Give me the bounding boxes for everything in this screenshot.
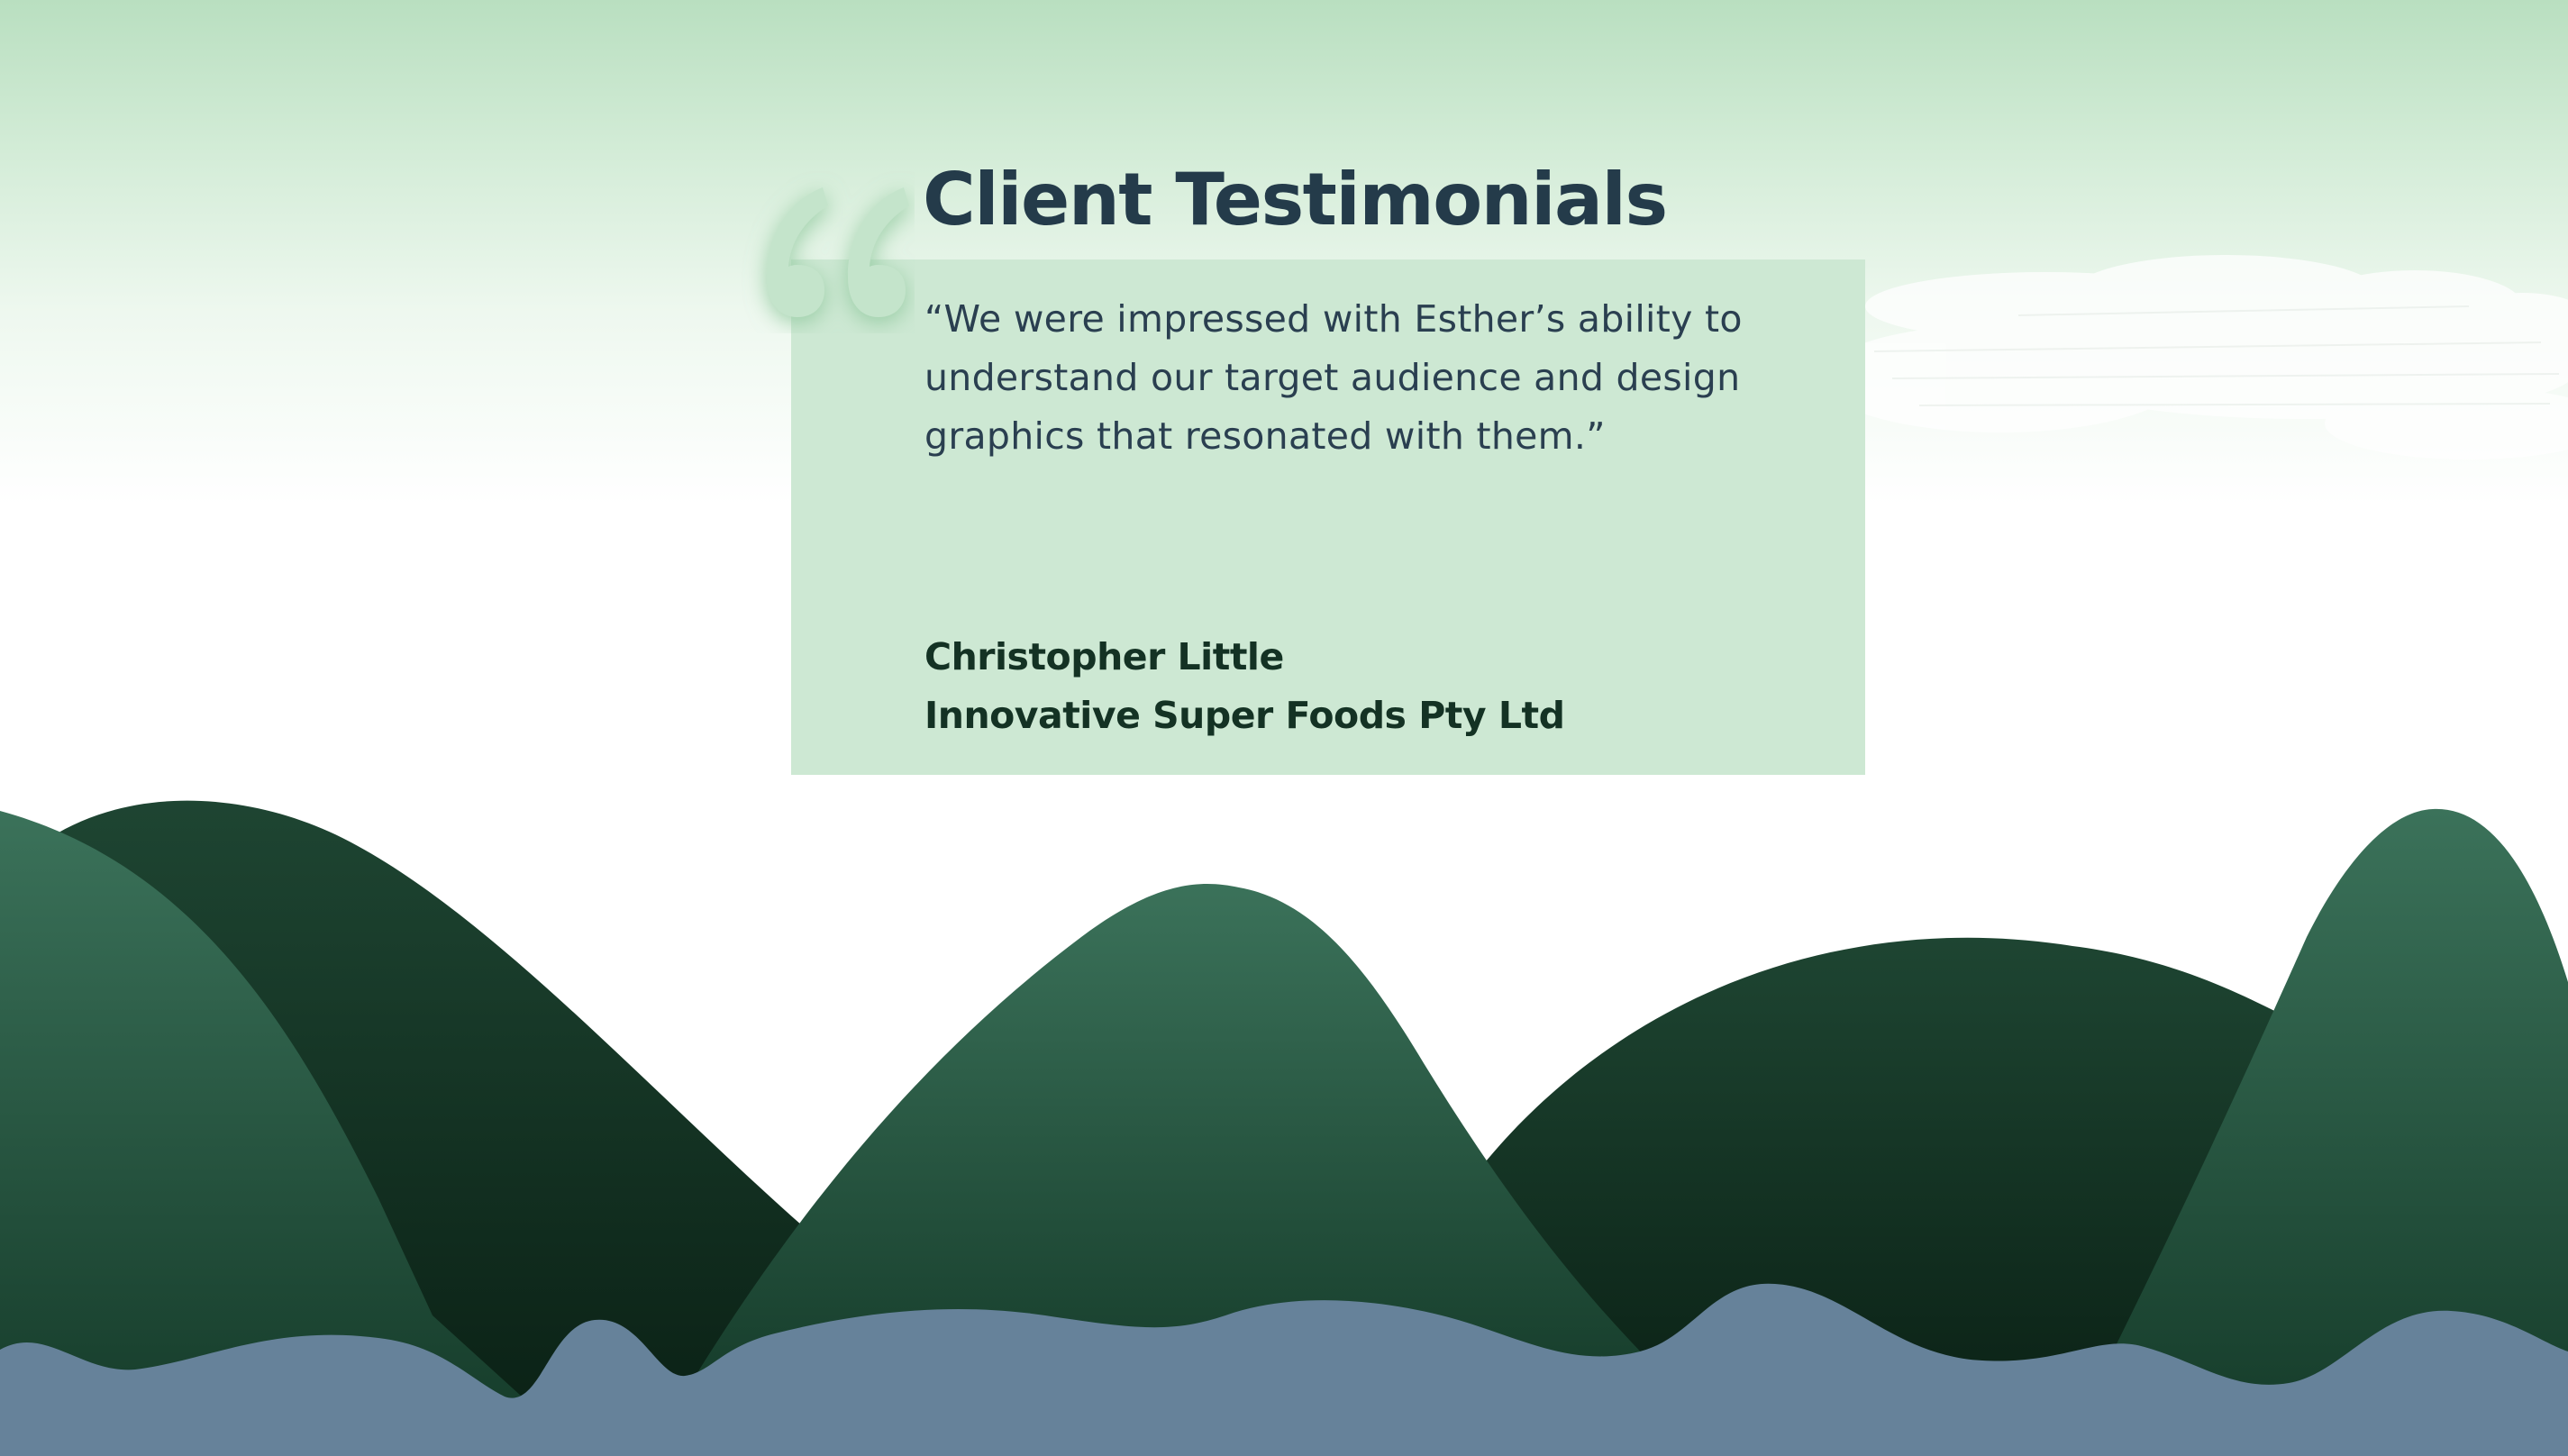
page-title: Client Testimonials [923, 158, 1668, 241]
testimonial-slide: Client Testimonials “We were impressed w… [0, 0, 2568, 1456]
quote-mark-icon [766, 187, 909, 317]
testimonial-quote: “We were impressed with Esther’s ability… [924, 297, 1743, 458]
hills-landscape [0, 800, 2568, 1456]
clouds-decoration [1838, 255, 2568, 460]
author-name: Christopher Little [924, 635, 1284, 678]
author-company: Innovative Super Foods Pty Ltd [924, 694, 1565, 737]
